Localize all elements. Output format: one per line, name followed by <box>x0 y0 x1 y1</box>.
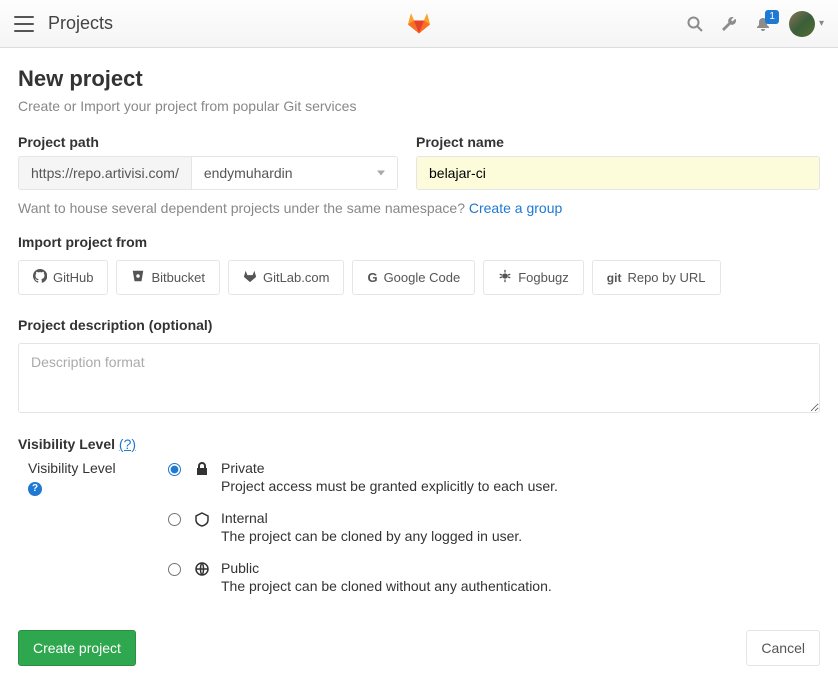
git-icon: git <box>607 270 622 285</box>
visibility-header: Visibility Level (?) <box>18 436 820 452</box>
menu-toggle-icon[interactable] <box>14 16 34 32</box>
create-project-button[interactable]: Create project <box>18 630 136 666</box>
cancel-button[interactable]: Cancel <box>746 630 820 666</box>
visibility-desc: The project can be cloned by any logged … <box>221 528 522 544</box>
description-textarea[interactable] <box>18 343 820 413</box>
import-github-button[interactable]: GitHub <box>18 260 108 295</box>
bitbucket-icon <box>131 269 145 286</box>
visibility-name: Private <box>221 460 558 476</box>
google-icon: G <box>367 270 377 285</box>
wrench-icon[interactable] <box>721 16 737 32</box>
internal-icon <box>193 511 211 532</box>
import-google-button[interactable]: GGoogle Code <box>352 260 475 295</box>
visibility-option-public[interactable]: Public The project can be cloned without … <box>168 560 820 594</box>
top-navbar: Projects 1 ▾ <box>0 0 838 48</box>
user-menu[interactable]: ▾ <box>789 11 824 37</box>
fogbugz-icon <box>498 269 512 286</box>
visibility-help-link[interactable]: (?) <box>119 436 136 452</box>
notifications-icon[interactable]: 1 <box>755 16 771 32</box>
project-name-input[interactable] <box>416 156 820 190</box>
description-label: Project description (optional) <box>18 317 820 333</box>
private-icon <box>193 461 211 482</box>
import-bitbucket-button[interactable]: Bitbucket <box>116 260 219 295</box>
visibility-option-internal[interactable]: Internal The project can be cloned by any… <box>168 510 820 544</box>
search-icon[interactable] <box>687 16 703 32</box>
visibility-radio-internal[interactable] <box>168 513 181 526</box>
project-path-label: Project path <box>18 134 398 150</box>
visibility-side-label: Visibility Level <box>28 460 168 476</box>
visibility-radio-public[interactable] <box>168 563 181 576</box>
import-git-button[interactable]: gitRepo by URL <box>592 260 721 295</box>
visibility-name: Public <box>221 560 552 576</box>
project-name-label: Project name <box>416 134 820 150</box>
chevron-down-icon: ▾ <box>819 18 824 29</box>
visibility-name: Internal <box>221 510 522 526</box>
notification-badge: 1 <box>765 10 779 24</box>
nav-title[interactable]: Projects <box>48 13 113 34</box>
visibility-radio-private[interactable] <box>168 463 181 476</box>
avatar <box>789 11 815 37</box>
page-title: New project <box>18 66 820 92</box>
namespace-hint: Want to house several dependent projects… <box>18 200 820 216</box>
import-gitlab-button[interactable]: GitLab.com <box>228 260 344 295</box>
visibility-desc: The project can be cloned without any au… <box>221 578 552 594</box>
gitlab-logo[interactable] <box>406 10 432 37</box>
github-icon <box>33 269 47 286</box>
import-label: Import project from <box>18 234 820 250</box>
create-group-link[interactable]: Create a group <box>469 200 562 216</box>
public-icon <box>193 561 211 582</box>
visibility-option-private[interactable]: Private Project access must be granted ex… <box>168 460 820 494</box>
path-prefix: https://repo.artivisi.com/ <box>18 156 191 190</box>
import-fogbugz-button[interactable]: Fogbugz <box>483 260 584 295</box>
namespace-select[interactable]: endymuhardin <box>191 156 398 190</box>
gitlab-icon <box>243 269 257 286</box>
help-icon[interactable]: ? <box>28 482 42 496</box>
page-subtitle: Create or Import your project from popul… <box>18 98 820 114</box>
visibility-desc: Project access must be granted explicitl… <box>221 478 558 494</box>
